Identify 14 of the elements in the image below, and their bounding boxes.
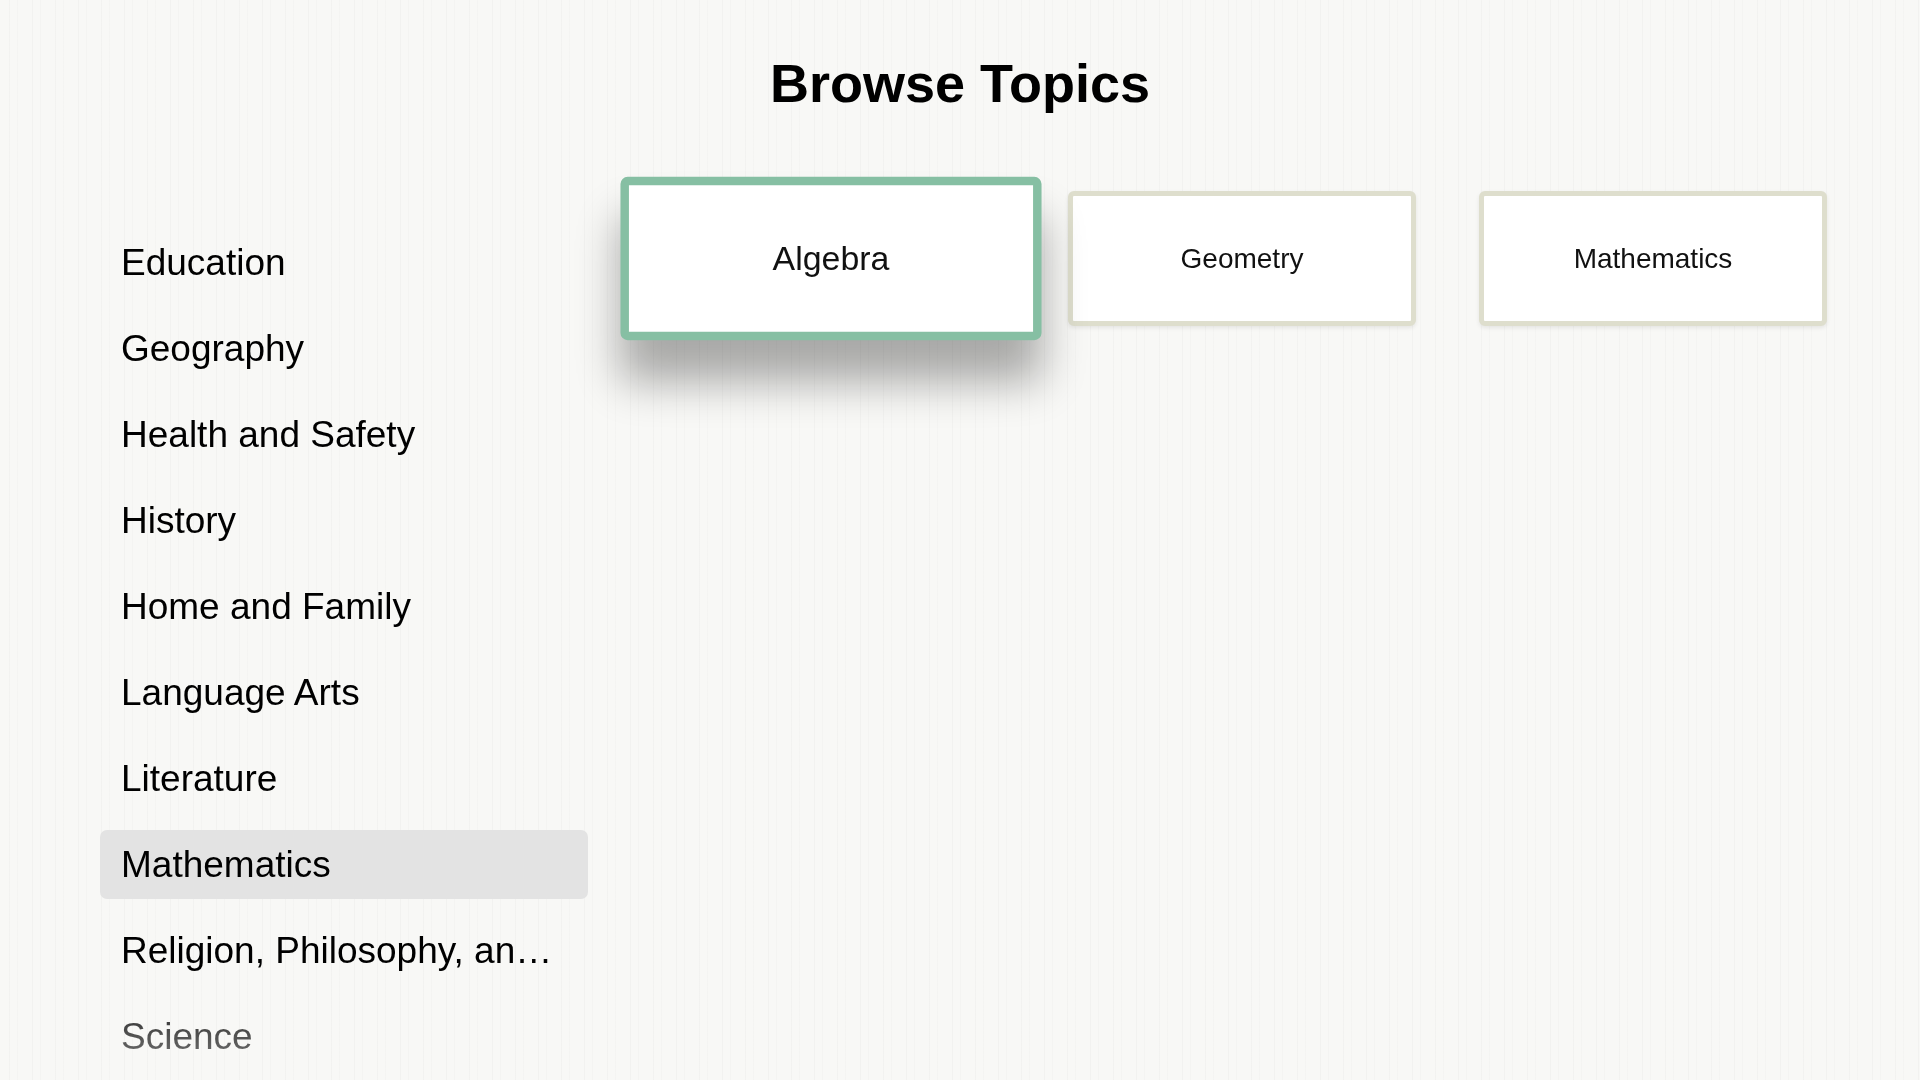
sidebar-item[interactable]: Literature xyxy=(100,744,588,813)
sidebar-item[interactable]: Education xyxy=(100,228,588,297)
sidebar-item[interactable]: History xyxy=(100,486,588,555)
sidebar-item[interactable]: Science xyxy=(100,1002,588,1071)
topic-card[interactable]: Geometry xyxy=(1068,191,1416,326)
sidebar-item[interactable]: Geography xyxy=(100,314,588,383)
sidebar-item[interactable]: Mathematics xyxy=(100,830,588,899)
sidebar-item[interactable]: Religion, Philosophy, an… xyxy=(100,916,588,985)
page-title: Browse Topics xyxy=(769,52,1151,115)
topic-card[interactable]: Mathematics xyxy=(1479,191,1827,326)
sidebar-item[interactable]: Health and Safety xyxy=(100,400,588,469)
sidebar-item[interactable]: Language Arts xyxy=(100,658,588,727)
topic-card[interactable]: Algebra xyxy=(620,176,1042,341)
sidebar-item[interactable]: Home and Family xyxy=(100,572,588,641)
